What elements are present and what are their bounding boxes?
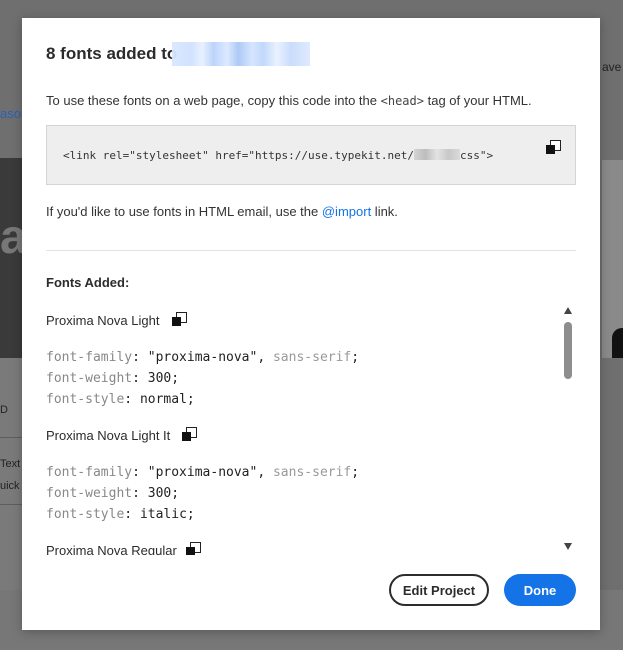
background-panel-left xyxy=(0,358,22,590)
font-css[interactable]: font-family: "proxima-nova", sans-serif;… xyxy=(46,347,359,410)
css-value: sans-serif xyxy=(272,350,352,365)
font-name: Proxima Nova Regular xyxy=(46,543,177,555)
css-value: normal xyxy=(139,392,187,407)
scroll-thumb[interactable] xyxy=(564,322,572,379)
font-name: Proxima Nova Light It xyxy=(46,428,171,443)
background-label: uick xyxy=(0,480,20,492)
copy-icon[interactable] xyxy=(546,140,561,154)
css-property: font-weight xyxy=(46,486,133,501)
css-value: italic xyxy=(139,507,187,522)
email-instructions: If you'd like to use fonts in HTML email… xyxy=(46,204,398,219)
dialog-title: 8 fonts added to xyxy=(46,44,178,63)
background-label: D xyxy=(0,404,8,416)
embed-code-box[interactable]: <link rel="stylesheet" href="https://use… xyxy=(46,125,576,185)
fonts-added-dialog: 8 fonts added to To use these fonts on a… xyxy=(22,18,600,630)
css-property: font-weight xyxy=(46,371,133,386)
kit-id-redacted xyxy=(414,149,460,160)
embed-code-prefix: <link rel="stylesheet" href="https://use… xyxy=(63,149,414,162)
css-property: font-style xyxy=(46,507,125,522)
embed-code-suffix: css"> xyxy=(460,149,494,162)
background-label: Text xyxy=(0,458,21,470)
embed-instructions: To use these fonts on a web page, copy t… xyxy=(46,93,532,108)
edit-project-button[interactable]: Edit Project xyxy=(389,574,489,606)
font-list[interactable]: Proxima Nova Light font-family: "proxima… xyxy=(46,305,556,555)
scroll-up-arrow-icon[interactable] xyxy=(564,307,572,314)
instructions-text-end: tag of your HTML. xyxy=(423,93,532,108)
email-text: If you'd like to use fonts in HTML email… xyxy=(46,204,322,219)
background-shape xyxy=(612,328,623,358)
background-image-left: a xyxy=(0,158,27,358)
import-link[interactable]: @import xyxy=(322,204,371,219)
copy-icon[interactable] xyxy=(182,427,197,441)
css-value: sans-serif xyxy=(272,465,352,480)
copy-icon[interactable] xyxy=(186,542,201,555)
css-value: "proxima-nova" xyxy=(147,350,258,365)
section-divider xyxy=(46,250,576,251)
project-name-redacted xyxy=(172,42,310,66)
font-name: Proxima Nova Light xyxy=(46,313,160,328)
css-value: "proxima-nova" xyxy=(147,465,258,480)
font-css[interactable]: font-family: "proxima-nova", sans-serif;… xyxy=(46,462,359,525)
fonts-added-heading: Fonts Added: xyxy=(46,275,130,290)
background-divider xyxy=(0,437,22,438)
scroll-down-arrow-icon[interactable] xyxy=(564,543,572,550)
background-divider xyxy=(0,504,22,505)
copy-icon[interactable] xyxy=(172,312,187,326)
background-text-right: ave xyxy=(602,60,622,74)
done-button[interactable]: Done xyxy=(504,574,576,606)
css-value: 300 xyxy=(147,371,172,386)
css-property: font-family xyxy=(46,350,133,365)
css-property: font-style xyxy=(46,392,125,407)
font-list-scrollbar[interactable] xyxy=(560,305,576,555)
email-text-end: link. xyxy=(371,204,398,219)
head-tag-code: <head> xyxy=(380,94,424,108)
embed-code[interactable]: <link rel="stylesheet" href="https://use… xyxy=(63,149,493,162)
css-property: font-family xyxy=(46,465,133,480)
css-value: 300 xyxy=(147,486,172,501)
instructions-text: To use these fonts on a web page, copy t… xyxy=(46,93,381,108)
